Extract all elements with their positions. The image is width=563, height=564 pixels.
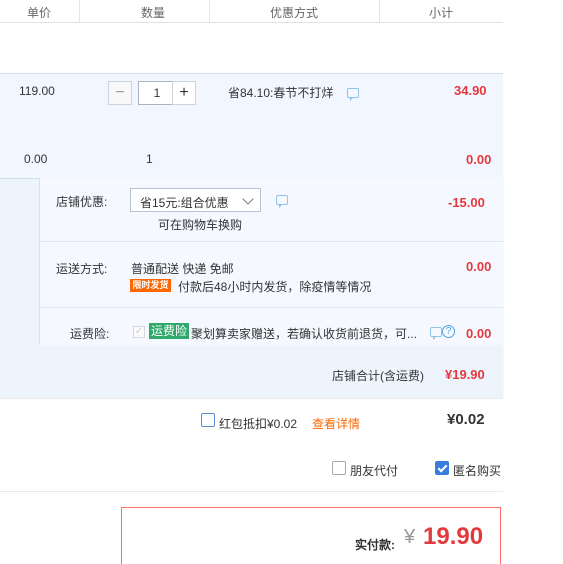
item-promo: 省84.10:春节不打烊 bbox=[228, 86, 334, 100]
header-divider bbox=[79, 0, 80, 22]
insurance-checkbox: ✓ bbox=[133, 326, 145, 338]
shop-discount-hint: 可在购物车换购 bbox=[158, 218, 243, 232]
anonymous-checkbox[interactable] bbox=[435, 461, 449, 475]
friend-pay-checkbox[interactable] bbox=[332, 461, 346, 475]
shop-total-amount: ¥19.90 bbox=[445, 367, 485, 382]
payment-options-row bbox=[0, 447, 503, 492]
shipping-amount: 0.00 bbox=[466, 259, 492, 274]
shop-discount-selected: 省15元:组合优惠 bbox=[140, 196, 229, 210]
shop-total-bar bbox=[0, 345, 503, 397]
header-subtotal: 小计 bbox=[429, 6, 454, 20]
help-icon[interactable]: ? bbox=[442, 325, 455, 338]
shop-total-label: 店铺合计(含运费) bbox=[332, 369, 424, 383]
increase-button[interactable]: + bbox=[172, 81, 196, 105]
friend-pay-label: 朋友代付 bbox=[350, 464, 399, 478]
insurance-amount: 0.00 bbox=[466, 326, 492, 341]
row-divider bbox=[39, 241, 503, 242]
payment-amount: 19.90 bbox=[423, 523, 484, 550]
shop-discount-label: 店铺优惠: bbox=[56, 195, 108, 209]
item-unit-price: 119.00 bbox=[19, 84, 55, 98]
shipping-label: 运送方式: bbox=[56, 262, 108, 276]
red-packet-label: 红包抵扣¥0.02 bbox=[219, 417, 298, 431]
header-divider bbox=[209, 0, 210, 22]
red-packet-amount: ¥0.02 bbox=[447, 411, 485, 428]
shop-discount-amount: -15.00 bbox=[448, 195, 485, 210]
spacer bbox=[0, 23, 503, 73]
shipping-method: 普通配送 快递 免邮 bbox=[131, 262, 234, 276]
chat-icon[interactable] bbox=[347, 88, 359, 101]
insurance-label: 运费险: bbox=[70, 327, 110, 341]
insurance-text: 聚划算卖家赠送，若确认收货前退货，可... bbox=[191, 327, 418, 341]
header-unit-price: 单价 bbox=[27, 6, 52, 20]
chat-icon[interactable] bbox=[276, 195, 288, 208]
item-subtotal: 34.90 bbox=[454, 83, 487, 98]
chat-icon[interactable] bbox=[430, 327, 442, 340]
payment-label: 实付款: bbox=[355, 538, 395, 552]
shipping-note: 付款后48小时内发货，除疫情等情况 bbox=[178, 280, 372, 294]
decrease-button[interactable]: − bbox=[108, 81, 132, 105]
row-divider bbox=[39, 307, 503, 308]
payment-currency: ¥ bbox=[404, 526, 416, 548]
anonymous-label: 匿名购买 bbox=[453, 464, 502, 478]
gift-quantity: 1 bbox=[146, 152, 153, 166]
gift-unit-price: 0.00 bbox=[24, 152, 48, 166]
red-packet-details-link[interactable]: 查看详情 bbox=[312, 415, 360, 432]
header-quantity: 数量 bbox=[141, 6, 166, 20]
shop-discount-select[interactable]: 省15元:组合优惠 bbox=[130, 188, 261, 212]
quantity-input[interactable] bbox=[138, 81, 176, 105]
header-discount-method: 优惠方式 bbox=[270, 6, 319, 20]
table-header: 单价 数量 优惠方式 小计 bbox=[0, 0, 503, 23]
timed-shipping-tag: 限时发货 bbox=[130, 279, 171, 292]
insurance-tag: 运费险 bbox=[149, 323, 190, 339]
red-packet-checkbox[interactable] bbox=[201, 413, 215, 427]
gift-subtotal: 0.00 bbox=[466, 152, 492, 167]
chevron-down-icon bbox=[242, 193, 254, 205]
header-divider bbox=[379, 0, 380, 22]
